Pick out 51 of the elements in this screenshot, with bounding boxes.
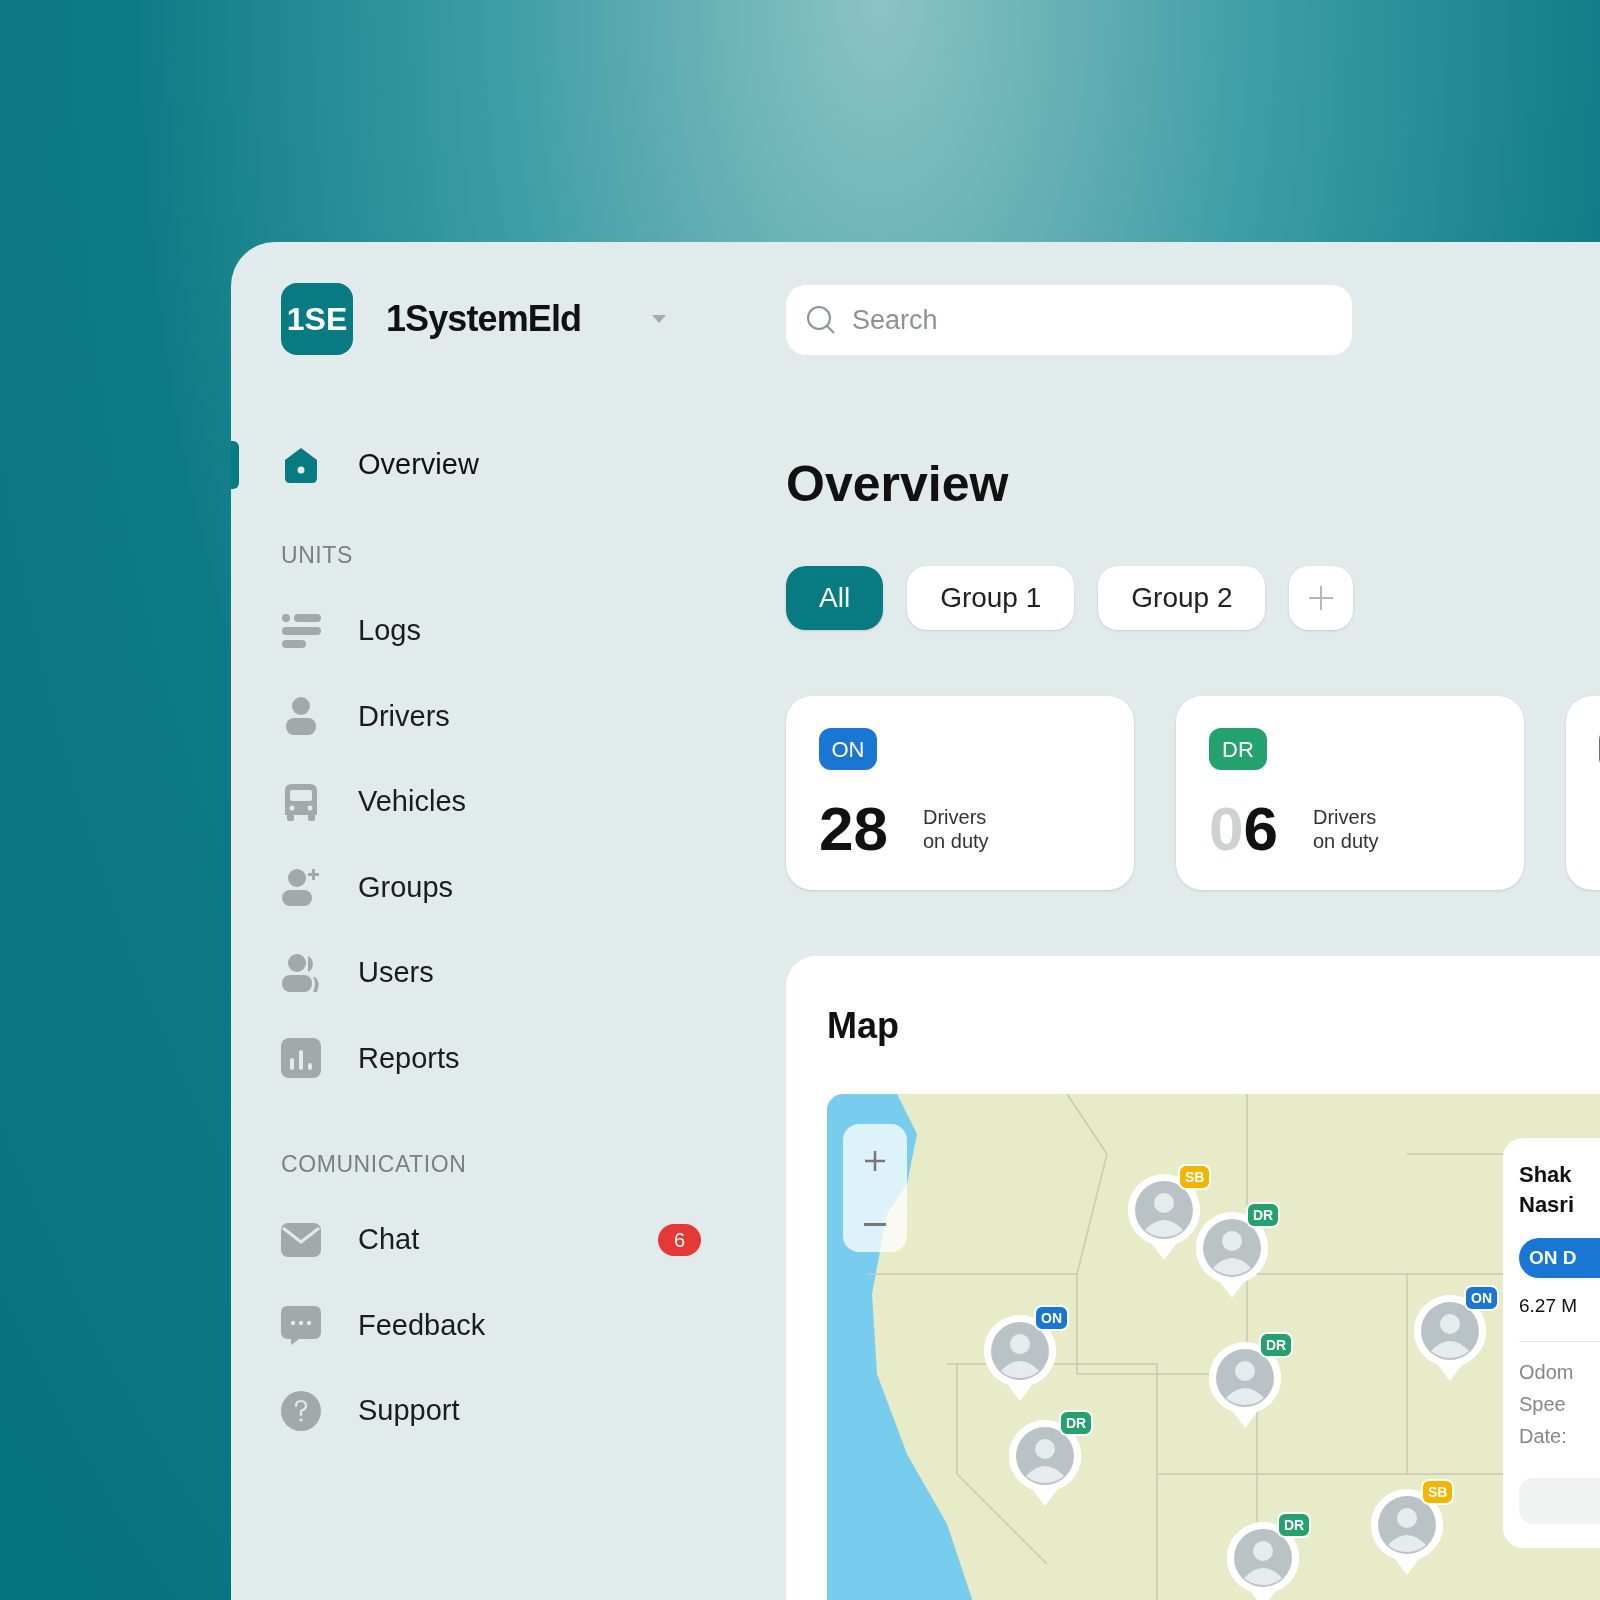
status-badge: DR	[1259, 1332, 1294, 1358]
stat-label: Drivers on duty	[923, 805, 990, 853]
nav-item[interactable]: Vehicles	[358, 780, 466, 824]
status-badge: DR	[1277, 1512, 1312, 1538]
logo: 1SE	[281, 283, 353, 355]
search-icon	[806, 305, 836, 335]
speech-bubble-icon	[281, 1305, 321, 1346]
nav-item[interactable]: Reports	[358, 1036, 460, 1080]
status-badge: ON	[819, 728, 877, 770]
status-badge: ON	[1034, 1305, 1069, 1331]
bar-chart-icon	[281, 1038, 321, 1079]
plus-icon	[1308, 585, 1335, 611]
person-plus-icon	[281, 867, 321, 908]
nav-item[interactable]: Support	[358, 1389, 460, 1433]
page-title: Overview	[786, 459, 1010, 509]
status-badge: DR	[1059, 1410, 1094, 1436]
field-label: Spee	[1519, 1391, 1567, 1417]
nav-item[interactable]: Groups	[358, 865, 454, 909]
distance-text: 6.27 M	[1519, 1294, 1578, 1318]
stat-label: Drivers on duty	[1313, 805, 1380, 853]
unread-count-badge: 6	[657, 1223, 701, 1256]
add-group-button[interactable]	[1289, 566, 1354, 630]
help-icon	[281, 1390, 321, 1431]
duty-status-pill: ON D	[1519, 1238, 1600, 1278]
filter-chip[interactable]: Group 1	[907, 566, 1075, 630]
field-label: Odom	[1519, 1359, 1575, 1385]
status-badge: SB	[1421, 1479, 1455, 1505]
section-heading: UNITS	[281, 540, 354, 570]
nav-item[interactable]: Overview	[358, 443, 479, 487]
zoom-in-icon[interactable]	[864, 1149, 886, 1172]
status-badge: DR	[1246, 1202, 1281, 1228]
nav-item[interactable]: Logs	[358, 609, 421, 653]
stat-number: 28	[819, 798, 889, 860]
brand-name: 1SystemEld	[386, 297, 582, 341]
nav-item[interactable]: Feedback	[358, 1303, 486, 1347]
caret-icon[interactable]	[651, 314, 668, 324]
nav-item[interactable]: Drivers	[358, 694, 450, 738]
status-badge: ON	[1464, 1285, 1499, 1311]
people-icon	[281, 952, 321, 993]
section-heading: COMUNICATION	[281, 1149, 468, 1179]
driver-name: Shak Nasri	[1519, 1161, 1575, 1219]
zoom-out-icon[interactable]	[864, 1223, 886, 1227]
map-title: Map	[827, 1008, 900, 1044]
field-label: Date:	[1519, 1423, 1568, 1449]
nav-item[interactable]: Users	[358, 951, 434, 995]
status-badge: SB	[1178, 1164, 1212, 1190]
search-field[interactable]: Search	[786, 285, 1352, 355]
nav-item[interactable]: Chat	[358, 1218, 420, 1262]
filter-chip[interactable]: All	[786, 566, 884, 630]
status-badge: DR	[1209, 728, 1267, 770]
filter-chip[interactable]: Group 2	[1098, 566, 1266, 630]
